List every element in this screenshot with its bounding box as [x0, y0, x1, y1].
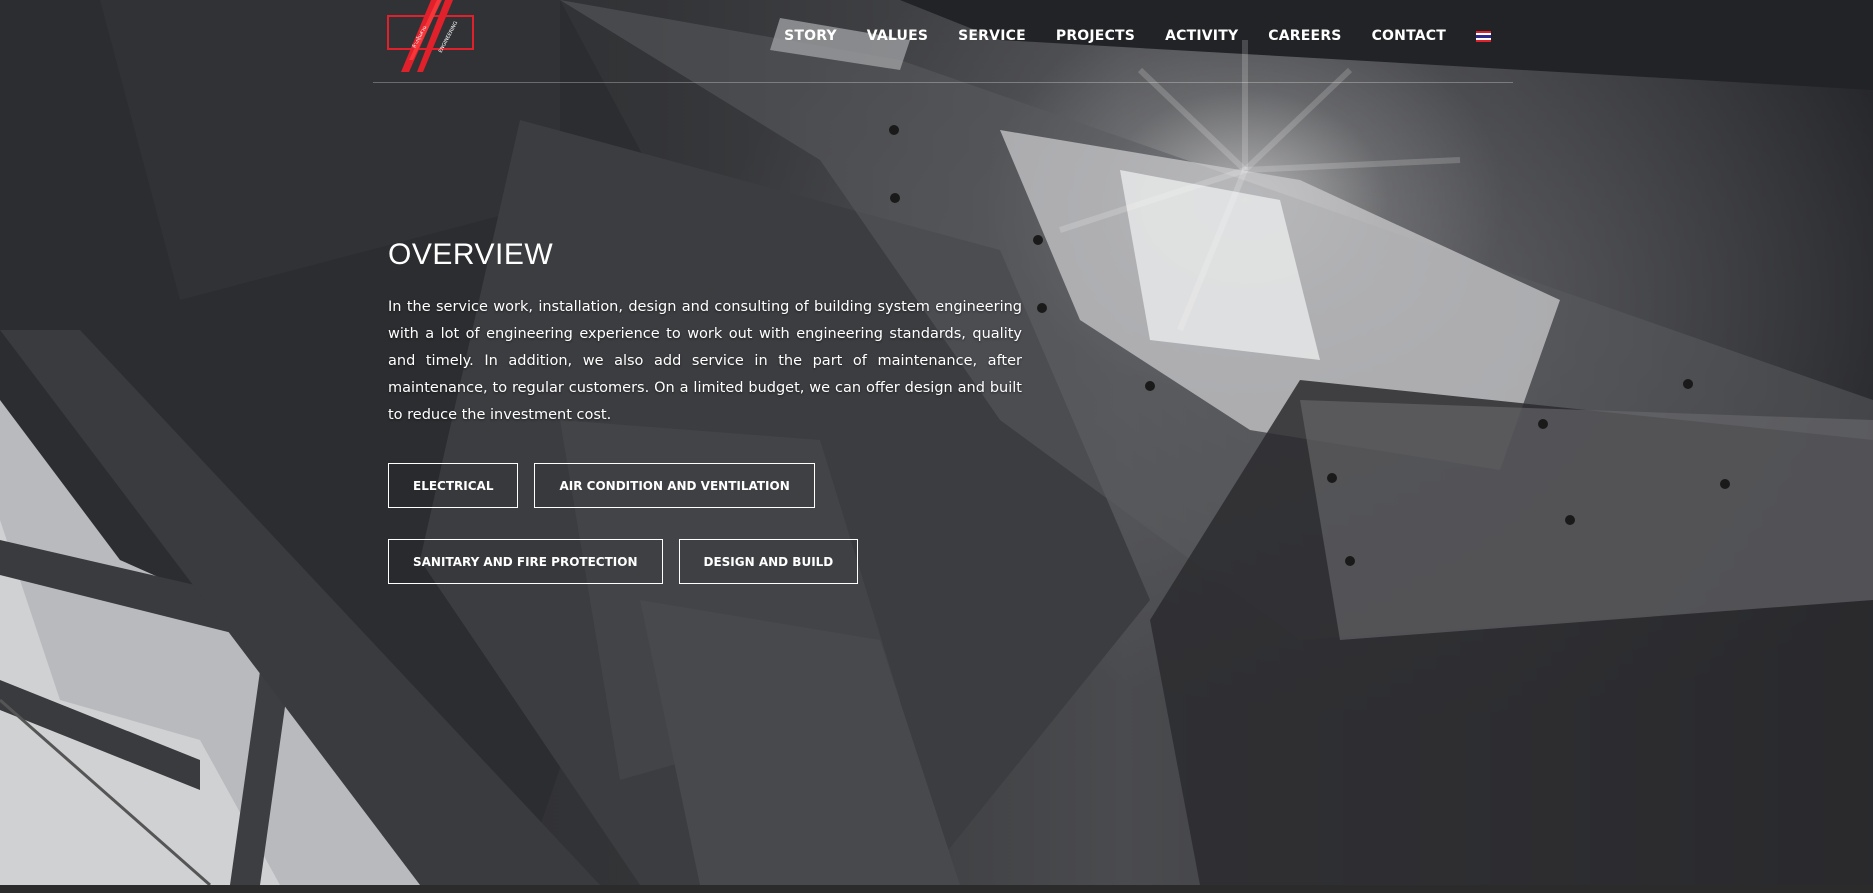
nav-item-contact[interactable]: CONTACT	[1372, 28, 1446, 44]
site-header: ห้างหุ้นส่วน ENGINEERING STORY VALUES SE…	[373, 0, 1513, 83]
nav-item-activity[interactable]: ACTIVITY	[1165, 28, 1238, 44]
sanitary-fire-button[interactable]: SANITARY AND FIRE PROTECTION	[388, 539, 663, 584]
logo-icon: ห้างหุ้นส่วน ENGINEERING	[387, 0, 474, 72]
overview-description: In the service work, installation, desig…	[388, 299, 1022, 423]
nav-item-careers[interactable]: CAREERS	[1268, 28, 1341, 44]
air-condition-button[interactable]: AIR CONDITION AND VENTILATION	[534, 463, 815, 508]
service-buttons-row-1: ELECTRICAL AIR CONDITION AND VENTILATION	[388, 463, 815, 508]
bottom-bar	[0, 885, 1873, 893]
overview-section: OVERVIEW In the service work, installati…	[388, 238, 1022, 429]
company-logo[interactable]: ห้างหุ้นส่วน ENGINEERING	[387, 0, 477, 72]
nav-item-projects[interactable]: PROJECTS	[1056, 28, 1135, 44]
thai-flag-icon[interactable]	[1476, 30, 1491, 42]
service-buttons-row-2: SANITARY AND FIRE PROTECTION DESIGN AND …	[388, 539, 859, 584]
nav-item-service[interactable]: SERVICE	[958, 28, 1026, 44]
main-navigation: STORY VALUES SERVICE PROJECTS ACTIVITY C…	[754, 28, 1513, 44]
hero-background	[0, 0, 1873, 885]
nav-item-story[interactable]: STORY	[784, 28, 837, 44]
electrical-button[interactable]: ELECTRICAL	[388, 463, 519, 508]
staircase-background-image	[0, 0, 1873, 885]
overview-title: OVERVIEW	[388, 238, 554, 271]
nav-item-values[interactable]: VALUES	[867, 28, 928, 44]
design-build-button[interactable]: DESIGN AND BUILD	[678, 539, 859, 584]
